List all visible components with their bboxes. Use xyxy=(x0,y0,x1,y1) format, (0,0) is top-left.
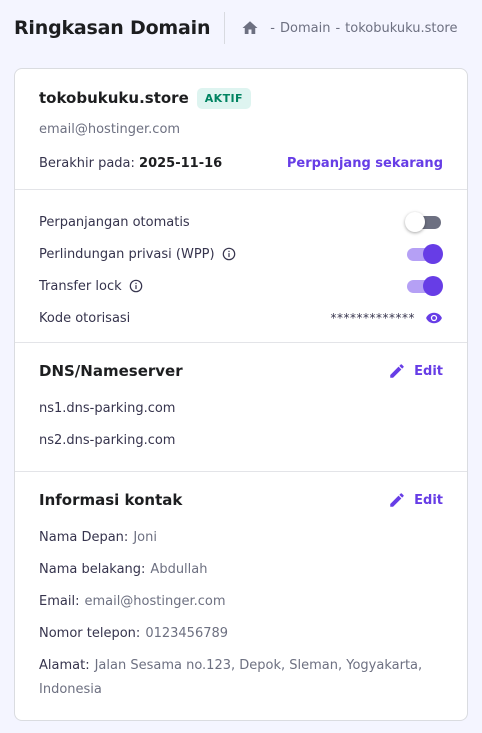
breadcrumb: - Domain - tokobukuku.store xyxy=(241,19,457,37)
status-badge: AKTIF xyxy=(196,87,251,109)
transfer-lock-row: Transfer lock xyxy=(39,270,443,302)
domain-name: tokobukuku.store xyxy=(39,89,189,107)
page-header: Ringkasan Domain - Domain - tokobukuku.s… xyxy=(0,0,482,56)
auto-renew-row: Perpanjangan otomatis xyxy=(39,206,443,238)
renew-now-link[interactable]: Perpanjang sekarang xyxy=(287,156,443,171)
contact-last-name: Nama belakang: Abdullah xyxy=(39,554,443,586)
contact-edit-button[interactable]: Edit xyxy=(388,491,443,509)
field-value: email@hostinger.com xyxy=(84,594,226,609)
field-value: Abdullah xyxy=(150,562,208,577)
field-value: Joni xyxy=(133,530,157,545)
contact-phone: Nomor telepon: 0123456789 xyxy=(39,618,443,650)
breadcrumb-current: tokobukuku.store xyxy=(345,20,458,36)
info-icon[interactable] xyxy=(129,279,143,293)
home-icon[interactable] xyxy=(241,19,259,37)
expiry-info: Berakhir pada: 2025-11-16 xyxy=(39,156,222,171)
privacy-toggle[interactable] xyxy=(405,244,443,264)
dns-section: DNS/Nameserver Edit ns1.dns-parking.com … xyxy=(15,343,467,472)
transfer-lock-toggle[interactable] xyxy=(405,276,443,296)
auto-renew-toggle[interactable] xyxy=(405,212,443,232)
breadcrumb-separator: - xyxy=(335,20,341,36)
contact-address: Alamat: Jalan Sesama no.123, Depok, Slema… xyxy=(39,654,443,702)
transfer-lock-label: Transfer lock xyxy=(39,278,122,294)
auth-code-label: Kode otorisasi xyxy=(39,310,131,326)
auth-code-row: Kode otorisasi ************* xyxy=(39,302,443,334)
field-value: 0123456789 xyxy=(145,626,229,641)
breadcrumb-separator: - xyxy=(270,20,275,36)
eye-icon[interactable] xyxy=(425,309,443,327)
field-value: Jalan Sesama no.123, Depok, Sleman, Yogy… xyxy=(39,658,423,697)
domain-email: email@hostinger.com xyxy=(39,122,181,137)
privacy-row: Perlindungan privasi (WPP) xyxy=(39,238,443,270)
dns-edit-button[interactable]: Edit xyxy=(388,362,443,380)
nameserver-item: ns2.dns-parking.com xyxy=(39,433,176,448)
domain-summary-card: tokobukuku.store AKTIF email@hostinger.c… xyxy=(14,68,468,721)
contact-title: Informasi kontak xyxy=(39,491,183,509)
field-label: Nama Depan: xyxy=(39,530,129,545)
expiry-label: Berakhir pada: xyxy=(39,155,135,171)
pencil-icon xyxy=(390,493,404,507)
field-label: Alamat: xyxy=(39,658,90,673)
field-label: Nama belakang: xyxy=(39,562,146,577)
contact-email: Email: email@hostinger.com xyxy=(39,586,443,618)
contact-section: Informasi kontak Edit Nama Depan: Joni Na… xyxy=(15,472,467,702)
nameserver-item: ns1.dns-parking.com xyxy=(39,401,176,416)
auto-renew-label: Perpanjangan otomatis xyxy=(39,214,190,230)
info-icon[interactable] xyxy=(222,247,236,261)
settings-section: Perpanjangan otomatis Perlindungan priva… xyxy=(15,190,467,343)
dns-edit-label: Edit xyxy=(414,363,443,379)
page-title: Ringkasan Domain xyxy=(14,17,211,39)
header-divider xyxy=(224,12,226,44)
pencil-icon xyxy=(390,364,404,378)
field-label: Nomor telepon: xyxy=(39,626,141,641)
dns-title: DNS/Nameserver xyxy=(39,362,183,380)
auth-code-value: ************* xyxy=(330,311,415,325)
contact-edit-label: Edit xyxy=(414,492,443,508)
breadcrumb-domain[interactable]: Domain xyxy=(280,21,330,36)
privacy-label: Perlindungan privasi (WPP) xyxy=(39,246,215,262)
contact-first-name: Nama Depan: Joni xyxy=(39,522,443,554)
domain-info-section: tokobukuku.store AKTIF email@hostinger.c… xyxy=(15,69,467,190)
expiry-date: 2025-11-16 xyxy=(139,155,223,171)
field-label: Email: xyxy=(39,594,80,609)
